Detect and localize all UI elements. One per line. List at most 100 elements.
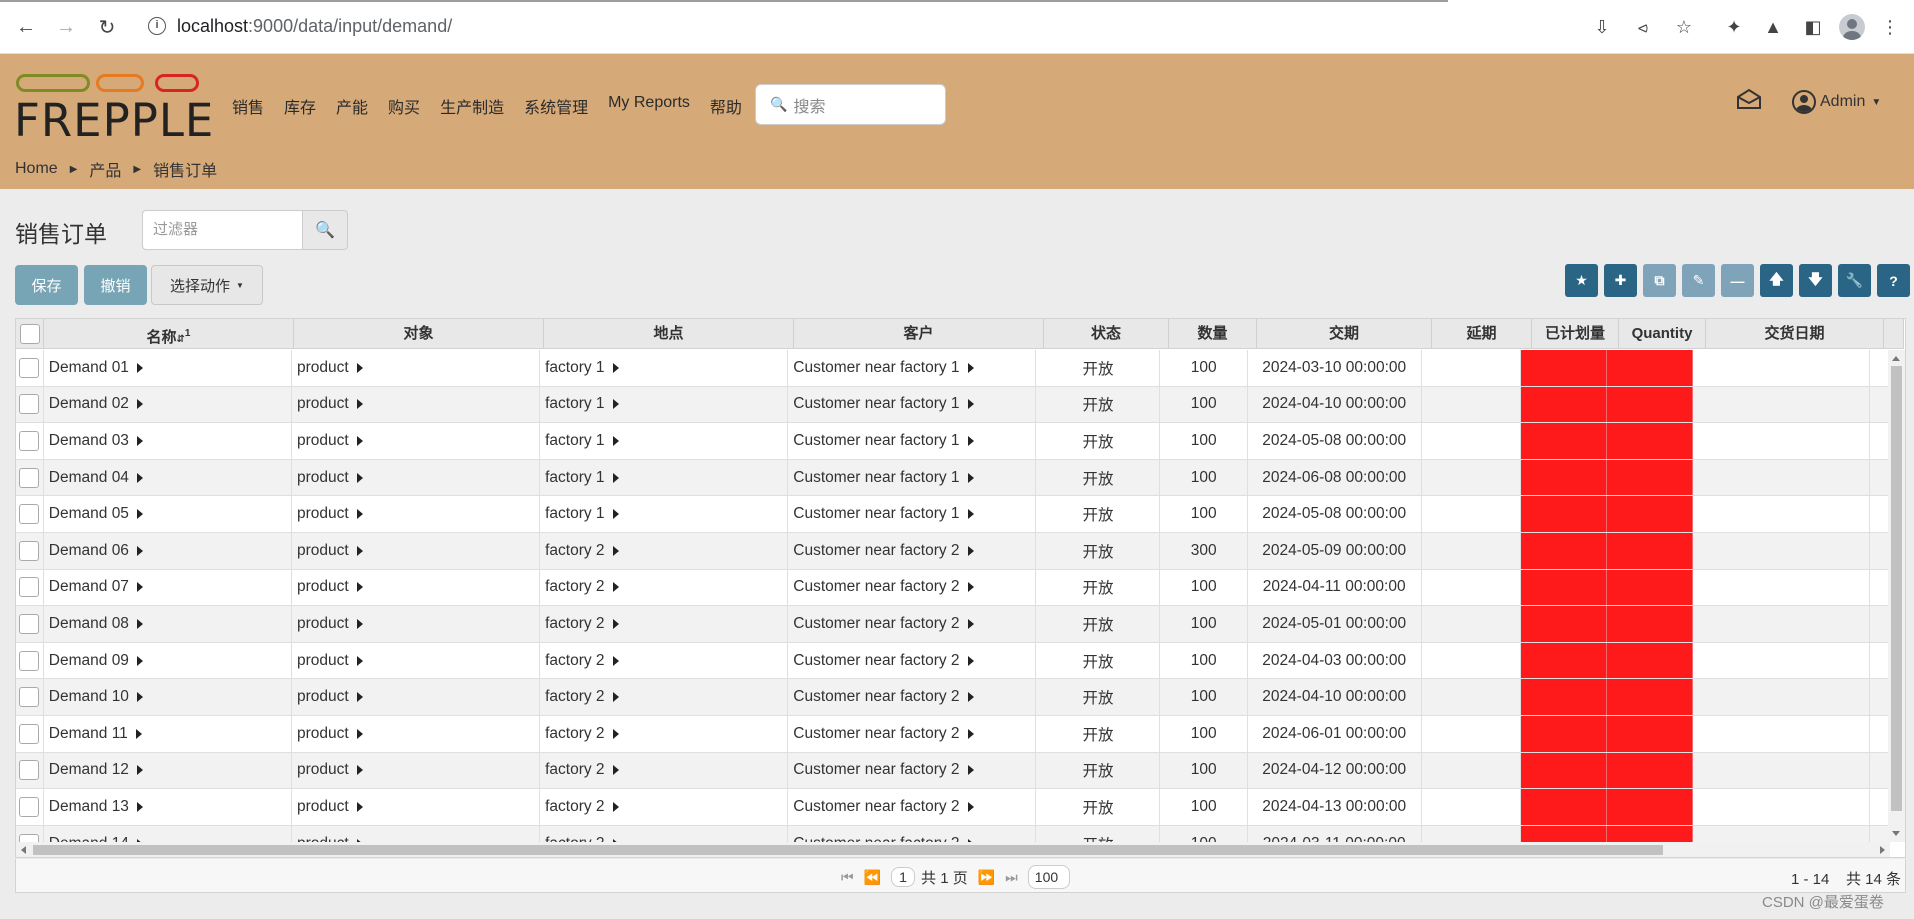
row-checkbox[interactable]	[19, 613, 40, 634]
back-icon[interactable]: ←	[12, 13, 40, 41]
cell-location[interactable]: factory 2	[540, 532, 789, 569]
drilldown-triangle-icon[interactable]	[356, 362, 363, 373]
cell-quantity-planned[interactable]	[1607, 532, 1694, 569]
column-header-quantity-en[interactable]: Quantity	[1619, 319, 1706, 349]
cell-quantity-planned[interactable]	[1607, 679, 1694, 715]
breadcrumb-home[interactable]: Home	[15, 160, 58, 178]
drilldown-triangle-icon[interactable]	[967, 399, 974, 410]
cell-location[interactable]: factory 1	[540, 386, 789, 423]
drilldown-triangle-icon[interactable]	[136, 435, 143, 446]
cell-delivery-date[interactable]	[1693, 642, 1871, 679]
cell-location[interactable]: factory 2	[540, 679, 789, 715]
drilldown-triangle-icon[interactable]	[612, 472, 619, 483]
next-page-icon[interactable]: ⏩	[978, 869, 995, 886]
cell-extra[interactable]	[1870, 606, 1890, 642]
drilldown-triangle-icon[interactable]	[967, 765, 974, 776]
cell-name[interactable]: Demand 01	[44, 350, 292, 386]
cell-extra[interactable]	[1870, 386, 1890, 423]
help-question-icon[interactable]: ?	[1877, 264, 1910, 297]
table-row[interactable]: Demand 13 product factory 2 Customer near f…	[16, 789, 1890, 826]
menu-my-reports[interactable]: My Reports	[608, 94, 690, 118]
cell-extra[interactable]	[1870, 642, 1890, 679]
select-action-dropdown[interactable]: 选择动作 ▼	[151, 265, 263, 305]
cell-delivery-date[interactable]	[1693, 679, 1871, 715]
cell-planned-quantity[interactable]	[1520, 496, 1608, 532]
cell-status[interactable]: 开放	[1036, 642, 1161, 679]
cell-delivery-date[interactable]	[1693, 569, 1871, 606]
cell-extra[interactable]	[1870, 715, 1890, 752]
cell-item[interactable]: product	[292, 752, 541, 789]
column-header-status[interactable]: 状态	[1044, 319, 1169, 349]
drilldown-triangle-icon[interactable]	[612, 801, 619, 812]
drilldown-triangle-icon[interactable]	[136, 582, 143, 593]
cell-extra[interactable]	[1870, 789, 1890, 825]
cell-due[interactable]: 2024-05-01 00:00:00	[1248, 606, 1422, 642]
menu-manufacturing[interactable]: 生产制造	[440, 94, 504, 118]
row-checkbox[interactable]	[19, 760, 40, 781]
drilldown-triangle-icon[interactable]	[967, 618, 974, 629]
favorite-star-icon[interactable]: ★	[1565, 264, 1598, 297]
cell-status[interactable]: 开放	[1036, 825, 1161, 842]
cell-customer[interactable]: Customer near factory 1	[788, 350, 1037, 386]
cell-name[interactable]: Demand 13	[44, 789, 292, 825]
cell-location[interactable]: factory 2	[540, 789, 789, 825]
cell-quantity[interactable]: 100	[1160, 825, 1248, 842]
cell-customer[interactable]: Customer near factory 1	[788, 423, 1037, 459]
column-header-customer[interactable]: 客户	[794, 319, 1044, 349]
drilldown-triangle-icon[interactable]	[967, 509, 974, 520]
cell-item[interactable]: product	[292, 825, 541, 842]
cell-quantity-planned[interactable]	[1607, 350, 1694, 386]
drilldown-triangle-icon[interactable]	[136, 765, 143, 776]
column-header-planned[interactable]: 已计划量	[1532, 319, 1619, 349]
drilldown-triangle-icon[interactable]	[612, 545, 619, 556]
column-header-delivery-date[interactable]: 交货日期	[1706, 319, 1884, 349]
profile-icon[interactable]	[1838, 13, 1866, 41]
drilldown-triangle-icon[interactable]	[612, 692, 619, 703]
cell-customer[interactable]: Customer near factory 2	[788, 532, 1037, 569]
menu-capacity[interactable]: 产能	[336, 94, 368, 118]
cell-location[interactable]: factory 2	[540, 606, 789, 642]
column-header-partial[interactable]	[1884, 319, 1904, 349]
drilldown-triangle-icon[interactable]	[356, 435, 363, 446]
cell-location[interactable]: factory 1	[540, 350, 789, 386]
cell-delay[interactable]	[1422, 825, 1521, 842]
cell-status[interactable]: 开放	[1036, 423, 1161, 459]
drilldown-triangle-icon[interactable]	[356, 618, 363, 629]
cell-delivery-date[interactable]	[1693, 386, 1871, 423]
cell-delay[interactable]	[1422, 789, 1521, 825]
last-page-icon[interactable]: ⏭	[1005, 869, 1018, 886]
cell-due[interactable]: 2024-05-08 00:00:00	[1248, 423, 1422, 459]
table-row[interactable]: Demand 06 product factory 2 Customer near f…	[16, 532, 1890, 570]
table-row[interactable]: Demand 02 product factory 1 Customer near f…	[16, 386, 1890, 424]
cell-quantity[interactable]: 100	[1160, 642, 1248, 679]
column-header-due[interactable]: 交期	[1257, 319, 1432, 349]
cell-name[interactable]: Demand 02	[44, 386, 292, 423]
cell-due[interactable]: 2024-04-11 00:00:00	[1248, 569, 1422, 606]
cell-delay[interactable]	[1422, 496, 1521, 532]
row-checkbox[interactable]	[19, 833, 40, 842]
row-checkbox[interactable]	[19, 796, 40, 817]
cell-status[interactable]: 开放	[1036, 606, 1161, 642]
cell-status[interactable]: 开放	[1036, 532, 1161, 569]
table-row[interactable]: Demand 03 product factory 1 Customer near f…	[16, 423, 1890, 460]
page-number-input[interactable]: 1	[891, 867, 916, 887]
cell-delay[interactable]	[1422, 642, 1521, 679]
cell-quantity[interactable]: 100	[1160, 606, 1248, 642]
select-all-checkbox[interactable]	[19, 324, 40, 344]
cell-planned-quantity[interactable]	[1520, 715, 1608, 752]
cell-quantity[interactable]: 100	[1160, 459, 1248, 496]
side-panel-icon[interactable]: ◧	[1799, 13, 1827, 41]
drilldown-triangle-icon[interactable]	[136, 509, 143, 520]
cell-extra[interactable]	[1870, 459, 1890, 496]
cell-name[interactable]: Demand 04	[44, 459, 292, 496]
cell-due[interactable]: 2024-05-08 00:00:00	[1248, 496, 1422, 532]
cell-item[interactable]: product	[292, 532, 541, 569]
drilldown-triangle-icon[interactable]	[612, 728, 619, 739]
row-checkbox[interactable]	[19, 504, 40, 525]
browser-menu-icon[interactable]: ⋮	[1876, 13, 1904, 41]
cell-extra[interactable]	[1870, 423, 1890, 459]
undo-button[interactable]: 撤销	[84, 265, 147, 305]
drilldown-triangle-icon[interactable]	[612, 362, 619, 373]
frepple-logo[interactable]: FREPPLE	[14, 74, 213, 147]
table-row[interactable]: Demand 05 product factory 1 Customer near f…	[16, 496, 1890, 533]
